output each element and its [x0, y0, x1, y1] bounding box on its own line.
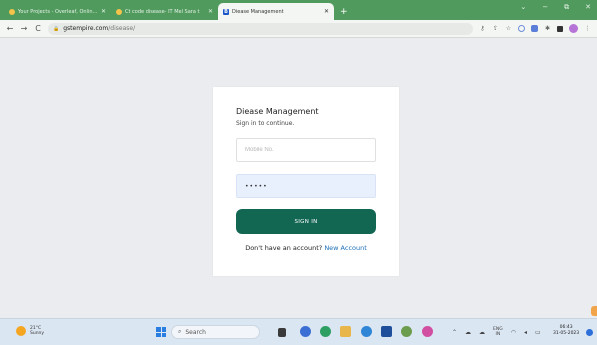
file-explorer-icon[interactable]: [278, 328, 286, 337]
puzzle-extensions-icon[interactable]: ✱: [544, 25, 551, 32]
chat-icon[interactable]: [401, 326, 412, 337]
account-prompt-text: Don't have an account?: [245, 244, 323, 252]
page-subtitle: Sign in to continue.: [236, 120, 295, 127]
edge-feedback-icon[interactable]: [591, 306, 597, 316]
minimize-button[interactable]: −: [542, 3, 548, 12]
meet-icon[interactable]: [300, 326, 311, 337]
language-indicator[interactable]: ENG IN: [493, 327, 503, 337]
edge-icon[interactable]: [361, 326, 372, 337]
tab-label: Diease Management: [232, 8, 284, 15]
url-path: /disease/: [108, 25, 136, 32]
new-tab-button[interactable]: +: [340, 3, 348, 20]
folder-icon[interactable]: [340, 326, 351, 337]
taskbar-search[interactable]: ⌕ Search: [171, 325, 260, 339]
sidepanel-icon[interactable]: [557, 25, 563, 32]
window-controls: ⌄ − ⧉ ✕: [520, 3, 591, 12]
profile-avatar[interactable]: [569, 24, 578, 33]
overleaf-favicon-icon: [9, 8, 15, 15]
sun-icon: [16, 326, 26, 336]
chrome-profile-icon[interactable]: [422, 326, 433, 337]
page-title: Diease Management: [236, 107, 319, 116]
cloud-icon[interactable]: ☁: [465, 329, 471, 336]
system-tray: ⌃ ☁ ☁ ENG IN ◠ ◂ ▭: [452, 327, 541, 337]
lock-icon[interactable]: 🔒: [53, 26, 59, 32]
page-favicon-icon: [116, 8, 122, 15]
search-icon: ⌕: [178, 328, 182, 335]
close-tab-icon[interactable]: ✕: [101, 8, 106, 15]
sign-in-button[interactable]: SIGN IN: [236, 209, 376, 234]
speaker-icon[interactable]: ◂: [524, 329, 527, 336]
extension-blue-icon[interactable]: [531, 25, 538, 32]
onedrive-icon[interactable]: ☁: [479, 329, 485, 336]
password-input[interactable]: •••••: [236, 174, 376, 198]
mobile-input[interactable]: [236, 138, 376, 162]
extension-circle-icon[interactable]: [518, 25, 525, 32]
chevron-up-icon[interactable]: ⌃: [452, 329, 457, 336]
forward-button[interactable]: →: [20, 24, 28, 33]
address-bar[interactable]: 🔒 gstempire.com/disease/: [48, 22, 473, 35]
windows-start-icon[interactable]: [156, 327, 166, 337]
weather-desc: Sunny: [30, 331, 45, 336]
back-button[interactable]: ←: [6, 24, 14, 33]
store-icon[interactable]: [381, 326, 392, 337]
clock-date: 31-05-2023: [553, 331, 580, 336]
tab-label: Your Projects - Overleaf, Online L: [18, 8, 98, 15]
tab-overleaf[interactable]: Your Projects - Overleaf, Online L ✕: [4, 3, 111, 20]
close-window-button[interactable]: ✕: [585, 3, 591, 12]
bookmark-star-icon[interactable]: ☆: [505, 25, 512, 32]
tab-label: Ct code disease- IT Mel Sara t: [125, 8, 200, 15]
wifi-icon[interactable]: ◠: [511, 329, 516, 336]
browser-toolbar: ← → C 🔒 gstempire.com/disease/ ⚷ ⇪ ☆ ✱ ⋮: [0, 20, 597, 38]
close-tab-icon[interactable]: ✕: [324, 8, 329, 15]
menu-icon[interactable]: ⋮: [584, 25, 591, 32]
battery-icon[interactable]: ▭: [535, 329, 541, 336]
share-icon[interactable]: ⇪: [492, 25, 499, 32]
taskbar-clock[interactable]: 06:43 31-05-2023: [553, 325, 579, 337]
toolbar-extensions: ⚷ ⇪ ☆ ✱ ⋮: [479, 24, 591, 33]
chrome-icon[interactable]: [320, 326, 331, 337]
new-account-link[interactable]: New Account: [324, 244, 367, 252]
browser-tab-strip: Your Projects - Overleaf, Online L ✕ Ct …: [0, 0, 597, 20]
account-prompt: Don't have an account? New Account: [213, 244, 399, 252]
login-card: Diease Management Sign in to continue. •…: [213, 87, 399, 276]
maximize-button[interactable]: ⧉: [564, 3, 569, 12]
url-host: gstempire.com: [63, 25, 109, 32]
weather-widget[interactable]: 21°C Sunny: [16, 326, 44, 336]
tab-search-icon[interactable]: ⌄: [520, 3, 526, 12]
b-favicon-icon: B: [223, 8, 229, 15]
windows-taskbar: 21°C Sunny ⌕ Search ⌃ ☁ ☁ ENG IN ◠ ◂ ▭ 0…: [0, 318, 597, 345]
taskbar-search-label: Search: [185, 328, 206, 336]
tab-code-disease[interactable]: Ct code disease- IT Mel Sara t ✕: [111, 3, 218, 20]
close-tab-icon[interactable]: ✕: [208, 8, 213, 15]
key-icon[interactable]: ⚷: [479, 25, 486, 32]
lang-bottom: IN: [495, 332, 501, 337]
tab-diease-management[interactable]: B Diease Management ✕: [218, 3, 334, 20]
notification-icon[interactable]: [586, 329, 593, 336]
reload-button[interactable]: C: [34, 24, 42, 33]
